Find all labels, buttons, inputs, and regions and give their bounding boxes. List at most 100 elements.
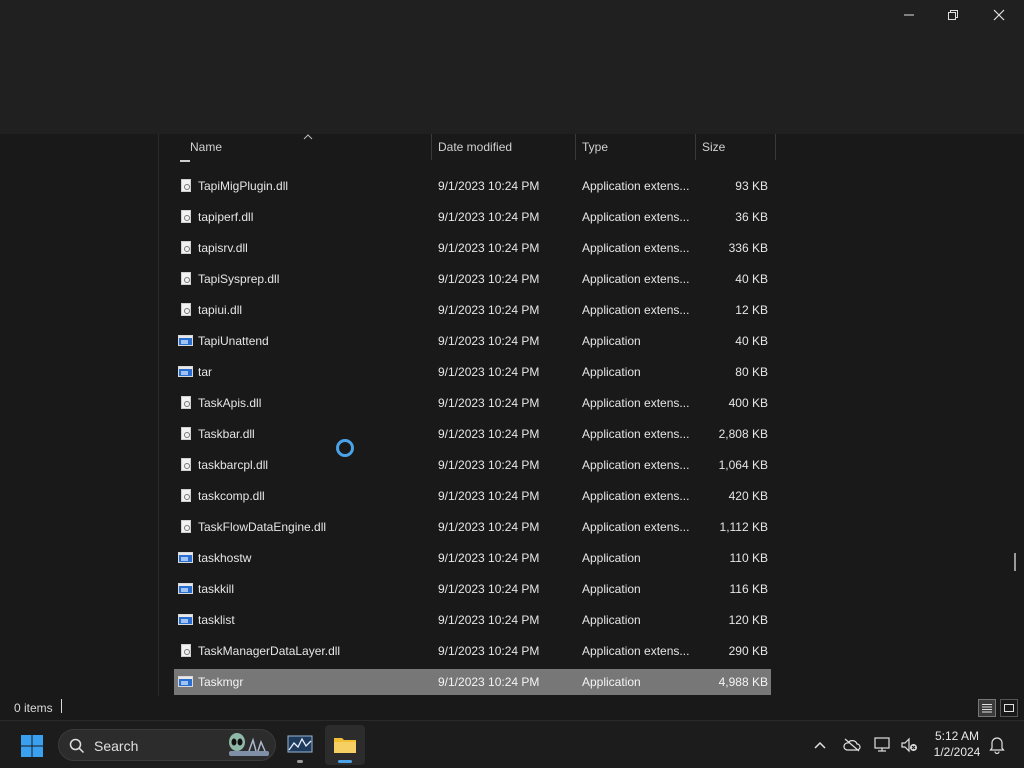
details-view-button[interactable] (978, 699, 996, 717)
onedrive-tray-button[interactable] (842, 735, 862, 755)
restore-button[interactable] (930, 0, 976, 30)
table-row[interactable]: TapiUnattend 9/1/2023 10:24 PM Applicati… (174, 328, 771, 354)
volume-tray-button[interactable] (899, 735, 919, 755)
taskbar-clock[interactable]: 5:12 AM 1/2/2024 (926, 728, 988, 760)
column-header-size[interactable]: Size (696, 134, 776, 160)
file-size: 400 KB (728, 396, 768, 410)
file-name: tapisrv.dll (198, 241, 248, 255)
table-row[interactable]: Taskbar.dll 9/1/2023 10:24 PM Applicatio… (174, 421, 771, 447)
file-size: 80 KB (735, 365, 768, 379)
file-name: taskkill (198, 582, 235, 596)
file-size: 116 KB (729, 582, 768, 596)
running-indicator (297, 760, 303, 763)
explorer-title-area (0, 0, 1024, 134)
file-size: 93 KB (735, 179, 768, 193)
table-row[interactable]: taskkill 9/1/2023 10:24 PM Application 1… (174, 576, 771, 602)
dll-file-icon (178, 638, 194, 664)
taskbar: Search 5:12 AM 1/2/2024 (0, 720, 1024, 768)
table-row[interactable]: tapiperf.dll 9/1/2023 10:24 PM Applicati… (174, 204, 771, 230)
file-name: TaskManagerDataLayer.dll (198, 644, 341, 658)
taskbar-app-resource-monitor[interactable] (280, 725, 320, 765)
network-tray-button[interactable] (873, 735, 893, 755)
minimize-icon (904, 14, 914, 16)
file-name: TapiUnattend (198, 334, 269, 348)
dll-file-icon (178, 297, 194, 323)
table-row[interactable]: taskhostw 9/1/2023 10:24 PM Application … (174, 545, 771, 571)
minimize-button[interactable] (886, 0, 932, 30)
file-name: tasklist (198, 613, 235, 627)
item-count: 0 items (14, 701, 53, 715)
table-row[interactable]: tapisrv.dll 9/1/2023 10:24 PM Applicatio… (174, 235, 771, 261)
file-size: 2,808 KB (718, 427, 768, 441)
file-date-modified: 9/1/2023 10:24 PM (438, 241, 540, 255)
close-icon (993, 9, 1005, 21)
close-button[interactable] (976, 0, 1022, 30)
file-size: 40 KB (735, 272, 768, 286)
file-date-modified: 9/1/2023 10:24 PM (438, 396, 540, 410)
column-header-type[interactable]: Type (576, 134, 695, 160)
application-icon (178, 669, 194, 695)
file-size: 4,988 KB (718, 675, 768, 689)
file-name: TapiMigPlugin.dll (198, 179, 289, 193)
bell-icon (989, 737, 1005, 754)
application-icon (178, 607, 194, 633)
network-icon (874, 737, 890, 752)
file-date-modified: 9/1/2023 10:24 PM (438, 675, 540, 689)
file-name: taskhostw (198, 551, 252, 565)
table-row[interactable]: taskcomp.dll 9/1/2023 10:24 PM Applicati… (174, 483, 771, 509)
file-type: Application extens... (582, 303, 690, 317)
table-row[interactable]: taskbarcpl.dll 9/1/2023 10:24 PM Applica… (174, 452, 771, 478)
table-row-selected[interactable]: Taskmgr 9/1/2023 10:24 PM Application 4,… (174, 669, 771, 695)
file-date-modified: 9/1/2023 10:24 PM (438, 427, 540, 441)
volume-muted-icon (901, 737, 917, 753)
file-size: 120 KB (728, 613, 768, 627)
file-name: Taskbar.dll (198, 427, 255, 441)
file-type: Application extens... (582, 644, 690, 658)
table-row[interactable]: tasklist 9/1/2023 10:24 PM Application 1… (174, 607, 771, 633)
column-header-date-modified[interactable]: Date modified (432, 134, 575, 160)
file-date-modified: 9/1/2023 10:24 PM (438, 520, 540, 534)
file-type: Application (582, 613, 641, 627)
file-name: tar (198, 365, 213, 379)
navigation-pane[interactable] (0, 134, 159, 696)
large-icons-view-button[interactable] (1000, 699, 1018, 717)
taskbar-app-file-explorer[interactable] (325, 725, 365, 765)
restore-icon (948, 10, 958, 20)
dll-file-icon (178, 483, 194, 509)
table-row[interactable]: tar 9/1/2023 10:24 PM Application 80 KB (174, 359, 771, 385)
file-name: taskcomp.dll (198, 489, 265, 503)
table-row[interactable]: TaskFlowDataEngine.dll 9/1/2023 10:24 PM… (174, 514, 771, 540)
status-bar: 0 items (0, 696, 1024, 720)
table-row[interactable]: TaskManagerDataLayer.dll 9/1/2023 10:24 … (174, 638, 771, 664)
file-type: Application (582, 675, 641, 689)
file-name: TaskApis.dll (198, 396, 262, 410)
file-size: 12 KB (735, 303, 768, 317)
search-icon (69, 738, 85, 754)
file-name: Taskmgr (198, 675, 244, 689)
windows-logo-icon (21, 735, 43, 757)
file-name: TaskFlowDataEngine.dll (198, 520, 327, 534)
application-icon (178, 545, 194, 571)
taskbar-search-box[interactable]: Search (58, 729, 276, 761)
table-row[interactable]: TaskApis.dll 9/1/2023 10:24 PM Applicati… (174, 390, 771, 416)
file-type: Application (582, 551, 641, 565)
column-separator[interactable] (775, 134, 776, 160)
file-date-modified: 9/1/2023 10:24 PM (438, 458, 540, 472)
notifications-button[interactable] (987, 735, 1007, 755)
file-type: Application (582, 582, 641, 596)
sort-ascending-icon (303, 134, 313, 140)
table-row[interactable]: tapiui.dll 9/1/2023 10:24 PM Application… (174, 297, 771, 323)
show-hidden-icons-button[interactable] (810, 735, 830, 755)
table-row[interactable]: TapiSysprep.dll 9/1/2023 10:24 PM Applic… (174, 266, 771, 292)
start-button[interactable] (20, 734, 44, 758)
dll-file-icon (178, 421, 194, 447)
chevron-up-icon (814, 741, 826, 749)
vertical-scrollbar[interactable] (1014, 553, 1016, 571)
file-type: Application extens... (582, 427, 690, 441)
file-type: Application extens... (582, 458, 690, 472)
file-date-modified: 9/1/2023 10:24 PM (438, 303, 540, 317)
table-row[interactable]: TapiMigPlugin.dll 9/1/2023 10:24 PM Appl… (174, 173, 771, 199)
details-view-icon (982, 704, 992, 713)
file-size: 290 KB (728, 644, 768, 658)
file-size: 336 KB (728, 241, 768, 255)
